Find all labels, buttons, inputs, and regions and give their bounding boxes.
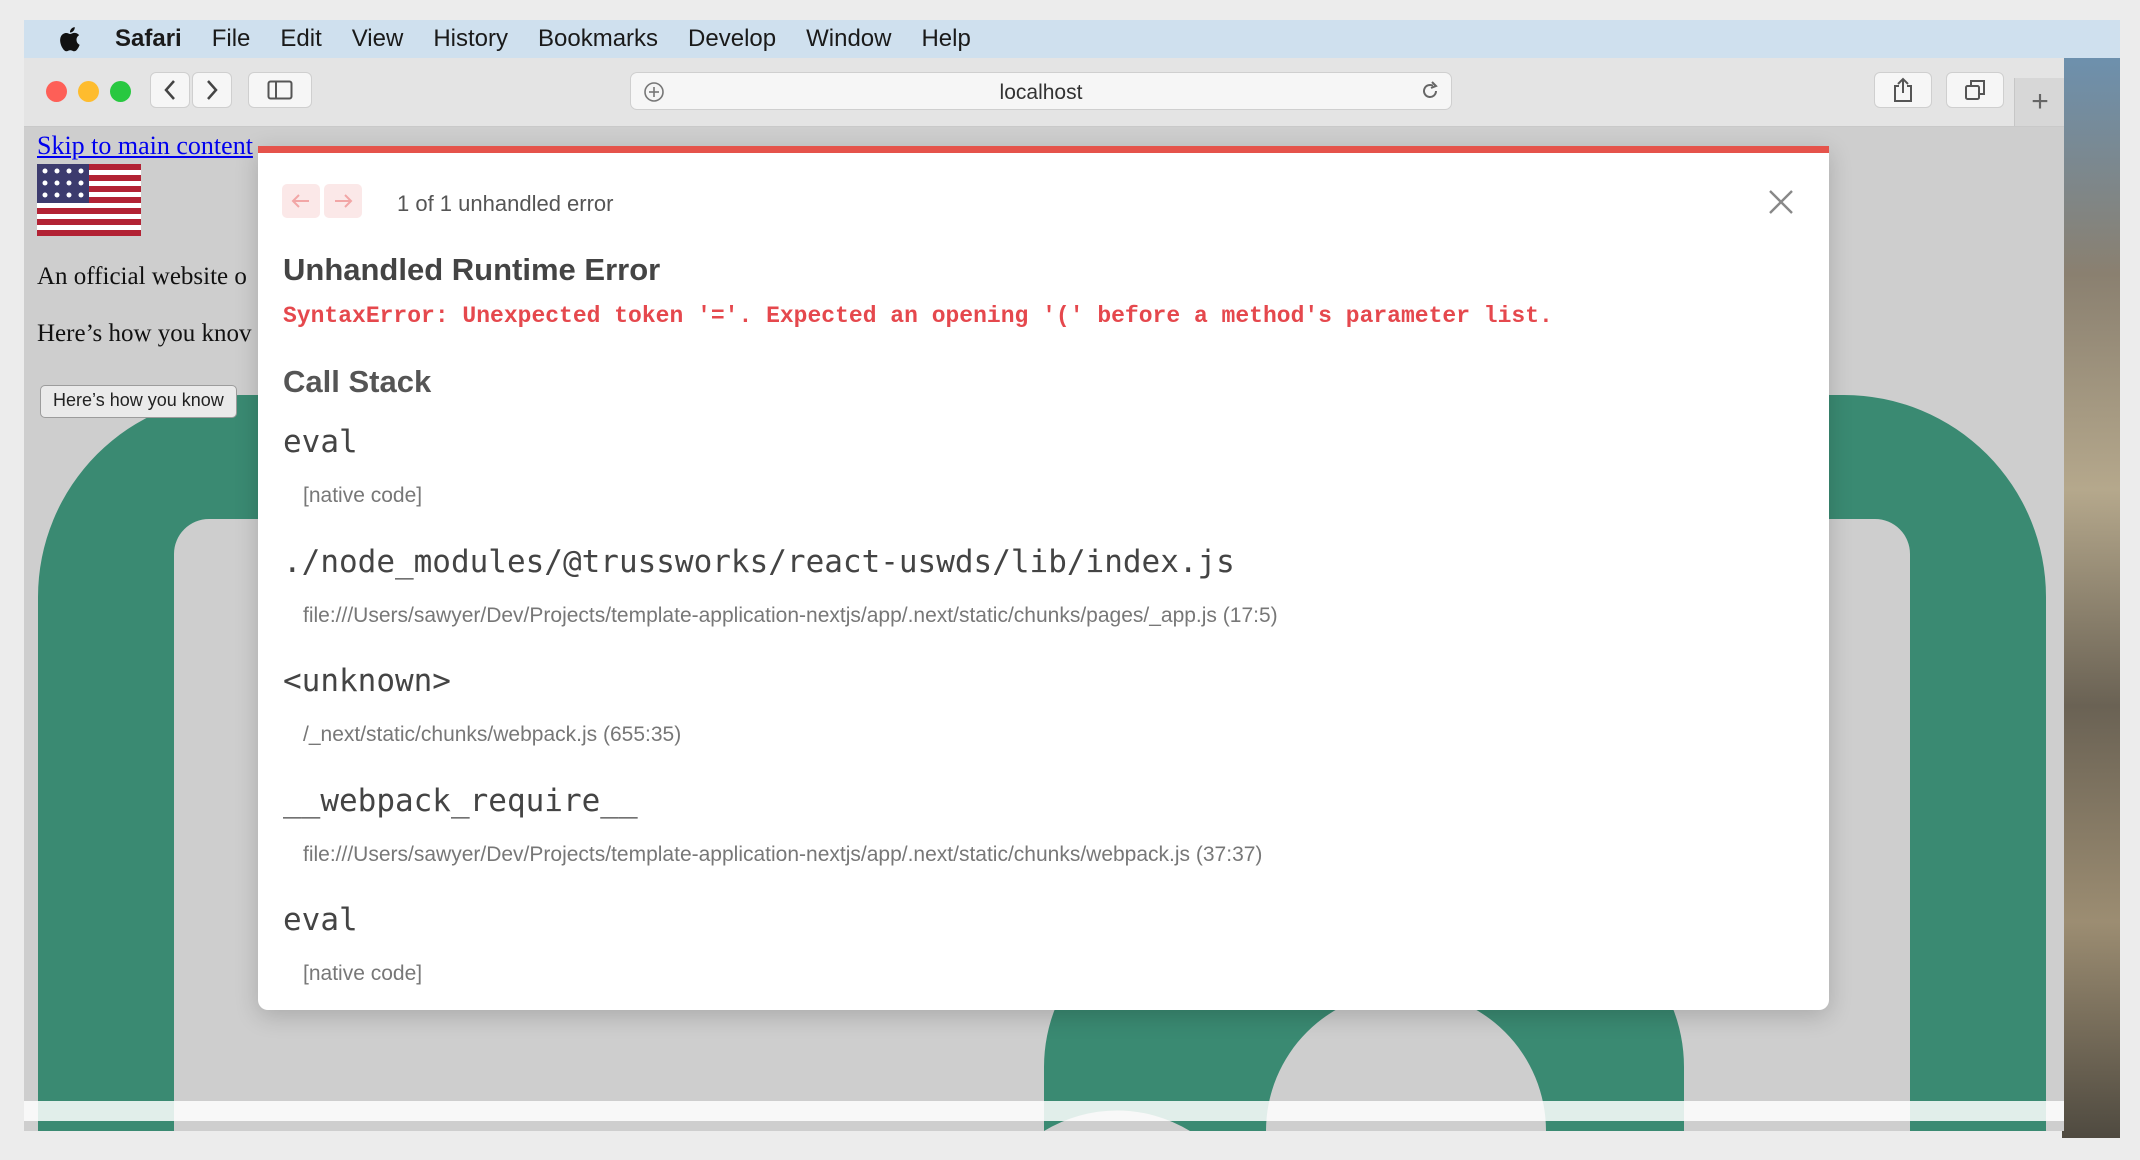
apple-logo-icon[interactable] <box>56 24 86 54</box>
menu-edit[interactable]: Edit <box>280 25 321 53</box>
close-icon[interactable] <box>1766 187 1796 217</box>
menu-view[interactable]: View <box>352 25 404 53</box>
menu-help[interactable]: Help <box>921 25 970 53</box>
reload-icon[interactable] <box>1419 80 1441 102</box>
menu-develop[interactable]: Develop <box>688 25 776 53</box>
menu-bookmarks[interactable]: Bookmarks <box>538 25 658 53</box>
forward-button[interactable] <box>192 72 232 108</box>
menu-history[interactable]: History <box>433 25 508 53</box>
stack-frame-location: [native code] <box>303 962 423 985</box>
close-window-button[interactable] <box>46 81 67 102</box>
stack-frame-location[interactable]: /_next/static/chunks/webpack.js (655:35) <box>303 723 681 747</box>
error-accent-bar <box>258 146 1829 153</box>
stack-frame-function: <unknown> <box>283 663 451 699</box>
address-bar[interactable]: localhost <box>630 72 1452 110</box>
menu-app-name[interactable]: Safari <box>115 25 182 53</box>
share-button[interactable] <box>1874 72 1932 108</box>
chevron-left-icon <box>164 80 175 100</box>
new-tab-button[interactable]: + <box>2014 78 2064 126</box>
error-title: Unhandled Runtime Error <box>283 252 661 287</box>
us-flag-icon <box>37 164 141 236</box>
zoom-window-button[interactable] <box>110 81 131 102</box>
official-website-text: An official website o <box>37 263 247 290</box>
stack-frame-location[interactable]: file:///Users/sawyer/Dev/Projects/templa… <box>303 843 1262 867</box>
menu-window[interactable]: Window <box>806 25 891 53</box>
minimize-window-button[interactable] <box>78 81 99 102</box>
chevron-right-icon <box>207 80 218 100</box>
stack-frame-function: ./node_modules/@trussworks/react-uswds/l… <box>283 544 1235 580</box>
error-message: SyntaxError: Unexpected token '='. Expec… <box>283 303 1553 329</box>
menu-file[interactable]: File <box>212 25 251 53</box>
arrow-left-icon <box>291 194 309 208</box>
stack-frame-function: eval <box>283 902 358 938</box>
how-you-know-button[interactable]: Here’s how you know <box>40 385 237 418</box>
desktop-wallpaper <box>2062 58 2120 1138</box>
mac-menubar: Safari File Edit View History Bookmarks … <box>24 20 2120 58</box>
next-error-button[interactable] <box>324 184 362 218</box>
sidebar-icon <box>267 80 293 100</box>
call-stack-title: Call Stack <box>283 364 432 399</box>
url-text: localhost <box>999 81 1083 104</box>
stack-frame-location[interactable]: file:///Users/sawyer/Dev/Projects/templa… <box>303 604 1278 628</box>
skip-to-main-link[interactable]: Skip to main content <box>37 131 253 161</box>
tab-overview-button[interactable] <box>1946 72 2004 108</box>
stack-frame-function: __webpack_require__ <box>283 783 638 819</box>
stack-frame-location: [native code] <box>303 484 423 507</box>
runtime-error-overlay: 1 of 1 unhandled error Unhandled Runtime… <box>258 146 1829 1010</box>
how-you-know-text: Here’s how you knov <box>37 320 252 347</box>
share-icon <box>1894 77 1912 102</box>
sidebar-toggle-button[interactable] <box>248 72 312 108</box>
previous-error-button[interactable] <box>282 184 320 218</box>
browser-toolbar: localhost + <box>24 58 2064 127</box>
error-counter: 1 of 1 unhandled error <box>397 191 614 216</box>
arrow-right-icon <box>335 194 353 208</box>
stack-frame-function: eval <box>283 424 358 460</box>
back-button[interactable] <box>150 72 190 108</box>
tabs-icon <box>1965 80 1985 100</box>
